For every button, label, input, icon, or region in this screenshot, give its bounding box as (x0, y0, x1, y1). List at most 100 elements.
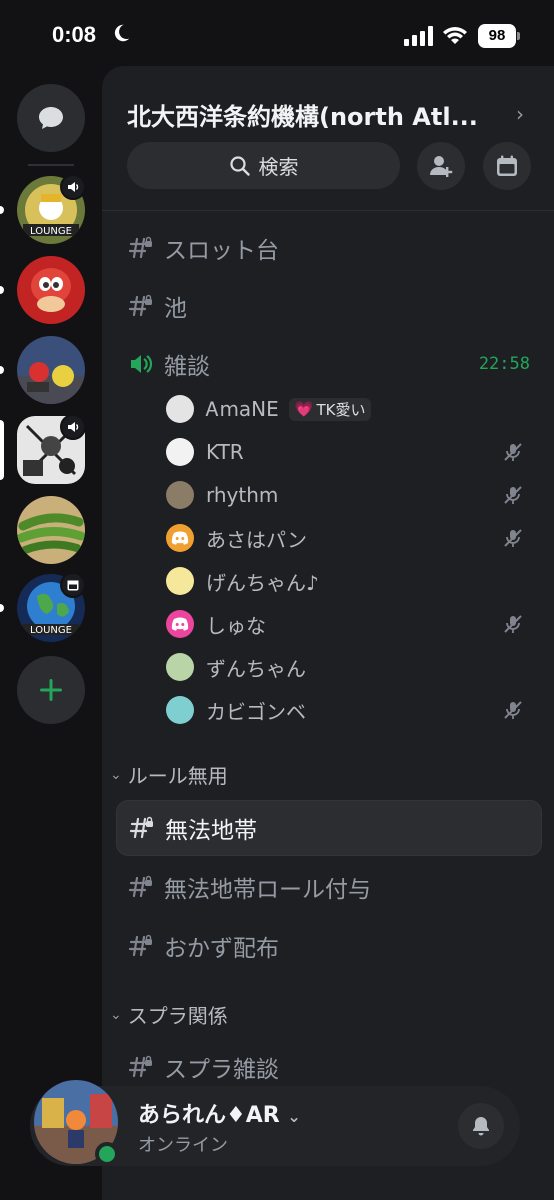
channel-name: 池 (164, 296, 187, 322)
role-tag: 💗 TK愛い (288, 397, 372, 421)
discord-logo-icon (171, 617, 189, 631)
user-status-text: オンライン (138, 1135, 228, 1156)
avatar (166, 610, 194, 638)
moon-icon (114, 24, 130, 42)
server-icon-green-beans[interactable] (17, 496, 85, 564)
channel-name: おかず配布 (164, 936, 279, 962)
direct-messages-button[interactable] (17, 84, 85, 152)
unread-pip (0, 286, 4, 294)
muted-mic-icon (504, 529, 522, 547)
chevron-right-icon[interactable]: › (516, 102, 524, 126)
add-server-button[interactable] (17, 656, 85, 724)
channel-name: 無法地帯ロール付与 (164, 877, 371, 903)
plus-icon (40, 679, 62, 701)
role-tag-label: TK愛い (316, 400, 366, 419)
channel-name: 無法地帯 (165, 818, 257, 844)
avatar (166, 438, 194, 466)
user-name[interactable]: あられん♦AR ⌄ (138, 1097, 301, 1129)
voice-member[interactable]: rhythm (166, 475, 532, 515)
text-channel[interactable]: 池 (116, 278, 542, 334)
channel-panel: 北大西洋条約機構(north Atl... › 検索 スロット台 池 雑談 22… (102, 66, 554, 1200)
channel-name: スロット台 (164, 238, 279, 264)
voice-badge (60, 174, 86, 200)
server-image (17, 336, 85, 404)
battery-tip (517, 32, 520, 40)
chat-bubble-icon (39, 107, 63, 129)
guild-name[interactable]: 北大西洋条約機構(north Atl... (127, 97, 512, 132)
unread-pip (0, 366, 4, 374)
category-name: ルール無用 (127, 764, 228, 788)
voice-member[interactable]: KTR (166, 432, 532, 472)
voice-channel[interactable]: 雑談 22:58 (116, 336, 542, 392)
voice-speaker-icon (131, 355, 153, 373)
header-divider (102, 210, 554, 211)
text-channel-selected[interactable]: 無法地帯 (116, 800, 542, 856)
member-name: KTR (206, 440, 244, 464)
locked-hash-icon (128, 1055, 152, 1078)
locked-hash-icon (128, 294, 152, 317)
server-image (17, 496, 85, 564)
locked-hash-icon (129, 816, 153, 839)
member-name: ᎪmaNE (206, 397, 279, 421)
rail-separator (28, 164, 74, 166)
text-channel[interactable]: 無法地帯ロール付与 (116, 859, 542, 915)
event-badge (60, 572, 86, 598)
voice-member[interactable]: しゅな (166, 604, 532, 644)
avatar (166, 524, 194, 552)
category-header[interactable]: ⌄ ルール無用 (110, 760, 228, 789)
voice-member[interactable]: げんちゃん♪ (166, 561, 532, 601)
wifi-icon (443, 27, 467, 44)
member-name: げんちゃん♪ (206, 570, 319, 595)
member-name: ずんちゃん (206, 656, 306, 681)
signal-icon (404, 26, 433, 46)
invite-member-button[interactable] (417, 142, 465, 190)
heart-icon: 💗 (294, 400, 314, 418)
unread-pip (0, 604, 4, 612)
category-header[interactable]: ⌄ スプラ関係 (110, 1000, 228, 1029)
speaker-icon (68, 182, 79, 192)
text-channel[interactable]: おかず配布 (116, 918, 542, 974)
voice-member[interactable]: カビゴンベ (166, 690, 532, 730)
chevron-down-icon: ⌄ (110, 1006, 122, 1023)
channel-name: 雑談 (164, 354, 210, 380)
member-name: しゅな (206, 613, 266, 638)
notifications-button[interactable] (458, 1103, 504, 1149)
member-name: あさはパン (206, 527, 307, 552)
voice-badge (60, 414, 86, 440)
calendar-icon (497, 155, 517, 176)
status-bar: 0:08 98 (0, 0, 554, 70)
server-icon-mariokart[interactable] (17, 336, 85, 404)
avatar (166, 567, 194, 595)
avatar (166, 481, 194, 509)
battery-indicator: 98 (478, 24, 516, 48)
events-button[interactable] (483, 142, 531, 190)
avatar (166, 395, 194, 423)
chevron-down-icon: ⌄ (287, 1107, 301, 1126)
online-status-dot (95, 1142, 119, 1166)
muted-mic-icon (504, 615, 522, 633)
add-user-icon (430, 156, 453, 177)
avatar (166, 653, 194, 681)
unread-pip (0, 206, 4, 214)
avatar (166, 696, 194, 724)
search-label: 検索 (258, 155, 299, 179)
channel-name: スプラ雑談 (164, 1057, 279, 1083)
server-icon-knuckles[interactable] (17, 256, 85, 324)
locked-hash-icon (128, 236, 152, 259)
voice-member[interactable]: ᎪmaNE 💗 TK愛い (166, 389, 532, 429)
selected-server-indicator (0, 420, 4, 480)
muted-mic-icon (504, 701, 522, 719)
user-name-text: あられん♦AR (138, 1103, 280, 1128)
chevron-down-icon: ⌄ (110, 766, 122, 783)
member-name: カビゴンベ (206, 699, 306, 724)
locked-hash-icon (128, 875, 152, 898)
bell-icon (473, 1117, 489, 1136)
speaker-icon (68, 422, 79, 432)
voice-elapsed-time: 22:58 (478, 354, 530, 374)
voice-member[interactable]: ずんちゃん (166, 647, 532, 687)
calendar-icon (67, 580, 79, 591)
voice-member[interactable]: あさはパン (166, 518, 532, 558)
text-channel[interactable]: スロット台 (116, 220, 542, 276)
category-name: スプラ関係 (127, 1004, 228, 1028)
search-button[interactable]: 検索 (127, 142, 400, 189)
